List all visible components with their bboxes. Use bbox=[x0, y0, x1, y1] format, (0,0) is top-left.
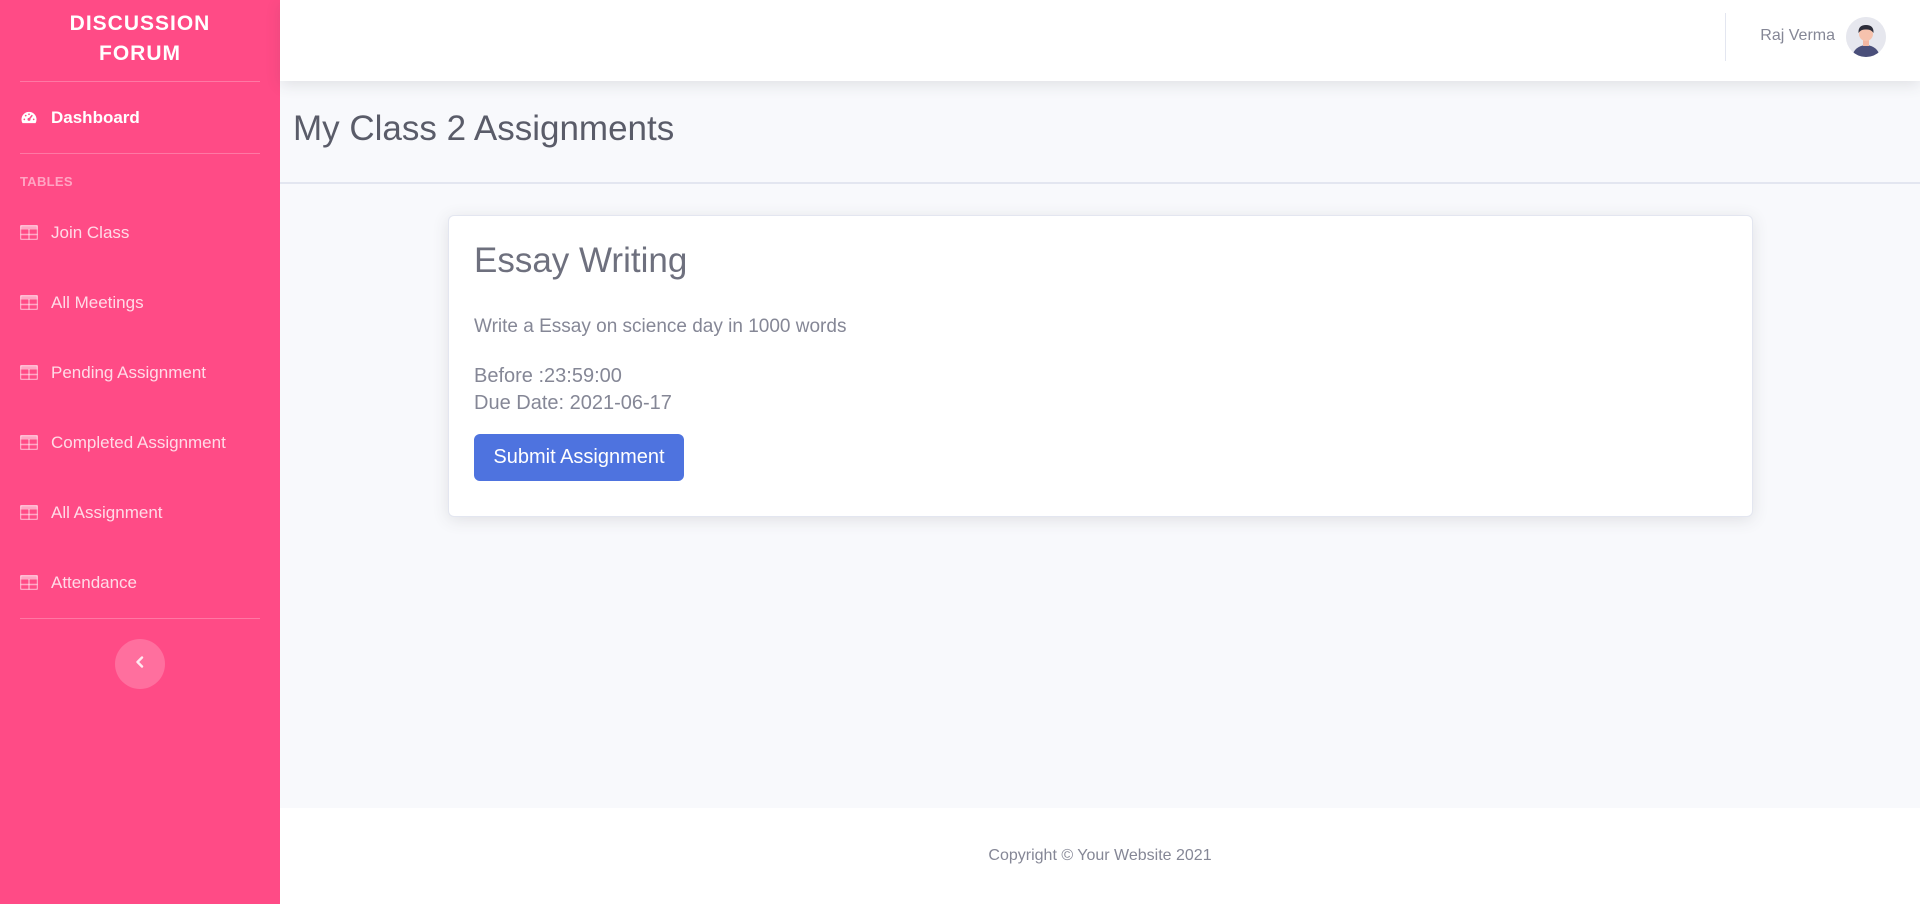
sidebar-item-pending-assignment[interactable]: Pending Assignment bbox=[0, 338, 280, 408]
footer: Copyright © Your Website 2021 bbox=[280, 808, 1920, 904]
submit-assignment-button[interactable]: Submit Assignment bbox=[474, 434, 684, 481]
table-icon bbox=[20, 435, 40, 451]
sidebar-item-all-assignment[interactable]: All Assignment bbox=[0, 478, 280, 548]
sidebar-item-join-class[interactable]: Join Class bbox=[0, 198, 280, 268]
sidebar: DISCUSSION FORUM Dashboard TABLES Join C… bbox=[0, 0, 280, 904]
table-icon bbox=[20, 575, 40, 591]
sidebar-divider bbox=[20, 618, 260, 619]
brand-line1: DISCUSSION bbox=[69, 11, 211, 35]
table-icon bbox=[20, 505, 40, 521]
brand-logo[interactable]: DISCUSSION FORUM bbox=[0, 0, 280, 81]
sidebar-item-label: Completed Assignment bbox=[51, 433, 226, 452]
avatar[interactable] bbox=[1846, 17, 1886, 57]
assignment-card: Essay Writing Write a Essay on science d… bbox=[448, 215, 1753, 517]
table-icon bbox=[20, 295, 40, 311]
assignment-due-date: Due Date: 2021-06-17 bbox=[474, 392, 672, 414]
copyright-text: Copyright © Your Website 2021 bbox=[988, 847, 1212, 864]
assignment-meta: Before :23:59:00 Due Date: 2021-06-17 bbox=[474, 363, 672, 417]
topbar: Raj Verma bbox=[280, 0, 1920, 81]
chevron-left-icon bbox=[135, 655, 145, 673]
sidebar-item-dashboard[interactable]: Dashboard bbox=[0, 82, 280, 153]
sidebar-item-completed-assignment[interactable]: Completed Assignment bbox=[0, 408, 280, 478]
page-header: My Class 2 Assignments bbox=[280, 81, 1920, 184]
sidebar-item-label: Dashboard bbox=[51, 107, 140, 127]
sidebar-item-label: All Assignment bbox=[51, 503, 163, 522]
assignment-title: Essay Writing bbox=[474, 241, 688, 280]
sidebar-item-label: Attendance bbox=[51, 573, 138, 592]
brand-line2: FORUM bbox=[99, 41, 181, 65]
table-icon bbox=[20, 365, 40, 381]
sidebar-item-label: Pending Assignment bbox=[51, 363, 206, 382]
sidebar-item-all-meetings[interactable]: All Meetings bbox=[0, 268, 280, 338]
sidebar-toggle-button[interactable] bbox=[115, 639, 165, 689]
table-icon bbox=[20, 225, 40, 241]
user-name[interactable]: Raj Verma bbox=[1760, 27, 1835, 45]
tachometer-icon bbox=[20, 110, 40, 126]
sidebar-item-label: All Meetings bbox=[51, 293, 144, 312]
sidebar-heading: TABLES bbox=[20, 174, 73, 189]
sidebar-item-attendance[interactable]: Attendance bbox=[0, 548, 280, 618]
assignment-description: Write a Essay on science day in 1000 wor… bbox=[474, 316, 847, 337]
topbar-divider bbox=[1725, 13, 1726, 61]
assignment-before-time: Before :23:59:00 bbox=[474, 365, 622, 387]
page-title: My Class 2 Assignments bbox=[293, 109, 675, 148]
sidebar-item-label: Join Class bbox=[51, 223, 130, 242]
